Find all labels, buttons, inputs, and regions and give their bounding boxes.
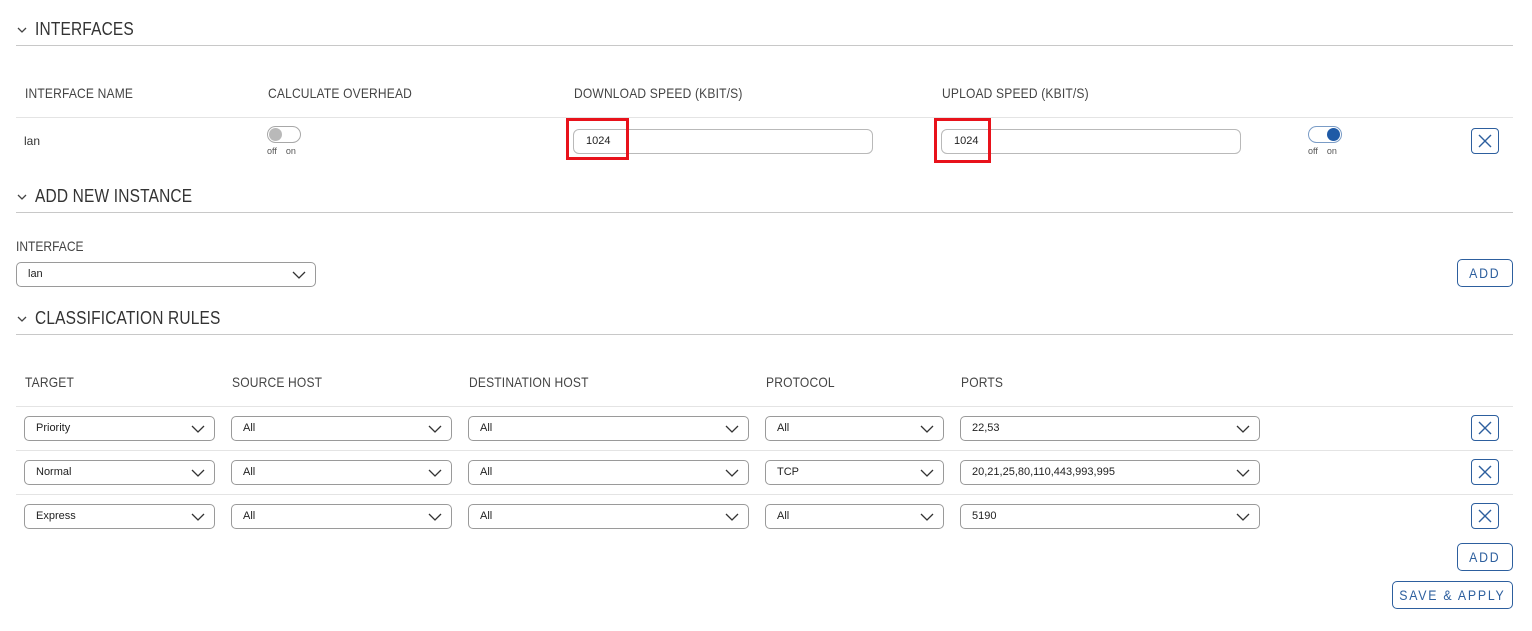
toggle-off-label: off xyxy=(267,146,277,156)
select-value: All xyxy=(243,466,256,478)
source-host-select[interactable]: All xyxy=(231,460,452,485)
toggle-on-label: on xyxy=(1326,146,1337,156)
select-value: All xyxy=(480,466,493,478)
col-header-destination-host: DESTINATION HOST xyxy=(469,374,589,390)
destination-host-select[interactable]: All xyxy=(468,504,749,529)
ports-select[interactable]: 22,53 xyxy=(960,416,1260,441)
source-host-select[interactable]: All xyxy=(231,504,452,529)
select-value: All xyxy=(480,510,493,522)
select-value: TCP xyxy=(777,466,799,478)
chevron-down-icon xyxy=(191,469,205,477)
delete-rule-button[interactable] xyxy=(1471,503,1499,529)
close-icon xyxy=(1478,509,1492,523)
upload-speed-highlight xyxy=(934,118,991,163)
select-value: 5190 xyxy=(972,510,997,522)
chevron-down-icon xyxy=(920,469,934,477)
target-select[interactable]: Normal xyxy=(24,460,215,485)
select-value: All xyxy=(777,422,790,434)
destination-host-select[interactable]: All xyxy=(468,460,749,485)
chevron-down-icon xyxy=(17,27,27,33)
chevron-down-icon xyxy=(725,469,739,477)
destination-host-select[interactable]: All xyxy=(468,416,749,441)
button-label: ADD xyxy=(1469,265,1501,281)
chevron-down-icon xyxy=(920,513,934,521)
col-header-ports: PORTS xyxy=(961,374,1004,390)
interface-field-label: INTERFACE xyxy=(16,238,84,254)
col-header-calculate-overhead: CALCULATE OVERHEAD xyxy=(268,85,413,101)
col-header-target: TARGET xyxy=(25,374,74,390)
select-value: lan xyxy=(28,268,43,280)
delete-rule-button[interactable] xyxy=(1471,415,1499,441)
chevron-down-icon xyxy=(17,194,27,200)
section-title: CLASSIFICATION RULES xyxy=(35,308,221,328)
protocol-select[interactable]: TCP xyxy=(765,460,944,485)
col-header-protocol: PROTOCOL xyxy=(766,374,835,390)
chevron-down-icon xyxy=(920,425,934,433)
source-host-select[interactable]: All xyxy=(231,416,452,441)
toggle-knob xyxy=(1327,128,1340,141)
col-header-source-host: SOURCE HOST xyxy=(232,374,323,390)
close-icon xyxy=(1478,421,1492,435)
add-instance-button[interactable]: ADD xyxy=(1457,259,1513,287)
add-rule-button[interactable]: ADD xyxy=(1457,543,1513,571)
select-value: All xyxy=(480,422,493,434)
select-value: 20,21,25,80,110,443,993,995 xyxy=(972,466,1115,478)
chevron-down-icon xyxy=(428,425,442,433)
section-title: INTERFACES xyxy=(35,19,134,39)
save-apply-button[interactable]: SAVE & APPLY xyxy=(1392,581,1513,609)
divider xyxy=(16,450,1513,451)
delete-rule-button[interactable] xyxy=(1471,459,1499,485)
button-label: ADD xyxy=(1469,549,1501,565)
target-select[interactable]: Express xyxy=(24,504,215,529)
select-value: All xyxy=(243,422,256,434)
close-icon xyxy=(1478,134,1492,148)
chevron-down-icon xyxy=(191,425,205,433)
chevron-down-icon xyxy=(1236,513,1250,521)
classification-section-header[interactable]: CLASSIFICATION RULES xyxy=(16,307,1513,335)
select-value: Express xyxy=(36,510,76,522)
protocol-select[interactable]: All xyxy=(765,416,944,441)
interface-select[interactable]: lan xyxy=(16,262,316,287)
select-value: All xyxy=(243,510,256,522)
chevron-down-icon xyxy=(191,513,205,521)
delete-interface-button[interactable] xyxy=(1471,128,1499,154)
chevron-down-icon xyxy=(428,513,442,521)
interface-enable-toggle[interactable]: off on xyxy=(1308,126,1344,156)
toggle-on-label: on xyxy=(285,146,296,156)
col-header-interface-name: INTERFACE NAME xyxy=(25,85,134,101)
select-value: 22,53 xyxy=(972,422,1000,434)
chevron-down-icon xyxy=(428,469,442,477)
chevron-down-icon xyxy=(725,425,739,433)
button-label: SAVE & APPLY xyxy=(1399,587,1506,603)
chevron-down-icon xyxy=(17,316,27,322)
close-icon xyxy=(1478,465,1492,479)
ports-select[interactable]: 5190 xyxy=(960,504,1260,529)
protocol-select[interactable]: All xyxy=(765,504,944,529)
divider xyxy=(16,494,1513,495)
chevron-down-icon xyxy=(1236,425,1250,433)
chevron-down-icon xyxy=(1236,469,1250,477)
chevron-down-icon xyxy=(725,513,739,521)
col-header-upload-speed: UPLOAD SPEED (KBIT/S) xyxy=(942,85,1089,101)
select-value: All xyxy=(777,510,790,522)
select-value: Normal xyxy=(36,466,72,478)
chevron-down-icon xyxy=(292,271,306,279)
divider xyxy=(16,406,1513,407)
add-instance-section-header[interactable]: ADD NEW INSTANCE xyxy=(16,185,1513,213)
ports-select[interactable]: 20,21,25,80,110,443,993,995 xyxy=(960,460,1260,485)
toggle-knob xyxy=(269,128,282,141)
section-title: ADD NEW INSTANCE xyxy=(35,186,193,206)
interface-name-value: lan xyxy=(24,134,41,148)
calculate-overhead-toggle[interactable]: off on xyxy=(267,126,303,156)
col-header-download-speed: DOWNLOAD SPEED (KBIT/S) xyxy=(574,85,743,101)
divider xyxy=(16,117,1513,118)
interfaces-section-header[interactable]: INTERFACES xyxy=(16,18,1513,46)
download-speed-highlight xyxy=(566,118,629,160)
select-value: Priority xyxy=(36,422,71,434)
toggle-off-label: off xyxy=(1308,146,1318,156)
target-select[interactable]: Priority xyxy=(24,416,215,441)
